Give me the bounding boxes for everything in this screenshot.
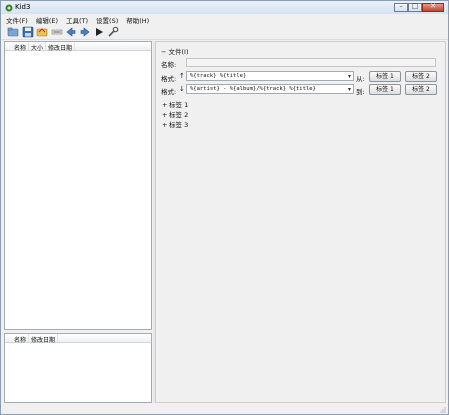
tag-editor-panel: − 文件(I) 名称: 格式: ↑ %{track} %{title} ▾ 从:… <box>155 41 446 403</box>
format-from-combo[interactable]: %{track} %{title} ▾ <box>186 71 354 81</box>
format-from-label: 格式: <box>161 75 177 83</box>
from-tag2-button[interactable]: 标签 2 <box>405 71 437 82</box>
expand-icon: + <box>162 121 168 129</box>
filename-field[interactable] <box>186 58 436 67</box>
to-tag1-button[interactable]: 标签 1 <box>369 84 401 95</box>
status-bar <box>1 404 448 414</box>
toolbar <box>1 24 448 40</box>
window-controls: – □ ✕ <box>394 2 444 12</box>
format-to-combo[interactable]: %{artist} - %{album}/%{track} %{title} ▾ <box>186 84 354 94</box>
column-modified[interactable]: 修改日期 <box>46 42 76 52</box>
to-tag2-button[interactable]: 标签 2 <box>405 84 437 95</box>
from-label: 从: <box>356 75 365 83</box>
open-folder-icon[interactable] <box>7 26 19 38</box>
title-bar[interactable]: Kid3 – □ ✕ <box>1 1 448 14</box>
menu-edit[interactable]: 编辑(E) <box>31 14 61 25</box>
file-section-header[interactable]: − 文件(I) <box>161 46 189 56</box>
menu-help[interactable]: 帮助(H) <box>121 14 152 25</box>
menu-tools[interactable]: 工具(T) <box>61 14 91 25</box>
maximize-button[interactable]: □ <box>408 2 422 12</box>
column-name[interactable]: 名称 <box>5 42 30 52</box>
chevron-down-icon: ▾ <box>347 86 351 93</box>
expand-icon: + <box>162 101 168 109</box>
column-modified[interactable]: 修改日期 <box>29 334 59 344</box>
expand-icon: + <box>162 111 168 119</box>
directory-list-header: 名称 修改日期 <box>5 334 151 344</box>
save-icon[interactable] <box>22 26 34 38</box>
to-label: 到: <box>356 88 365 96</box>
window-title: Kid3 <box>15 3 31 11</box>
tag3-label: 标签 3 <box>169 121 189 129</box>
menu-settings[interactable]: 设置(S) <box>91 14 121 25</box>
revert-icon[interactable] <box>36 26 48 38</box>
close-icon: ✕ <box>430 2 436 10</box>
tag1-label: 标签 1 <box>169 101 189 109</box>
kid3-app-icon <box>5 4 13 12</box>
app-window: Kid3 – □ ✕ 文件(F) 编辑(E) 工具(T) 设置(S) 帮助(H) <box>0 0 449 415</box>
minimize-button[interactable]: – <box>394 2 408 12</box>
chevron-down-icon: ▾ <box>347 73 351 80</box>
previous-icon[interactable] <box>65 26 77 38</box>
tag3-section-header[interactable]: + 标签 3 <box>162 119 188 129</box>
maximize-icon: □ <box>411 2 419 10</box>
tag2-label: 标签 2 <box>169 111 189 119</box>
arrow-up-icon: ↑ <box>179 72 185 80</box>
file-list-panel[interactable]: 名称 大小 修改日期 <box>4 41 152 330</box>
rename-icon[interactable] <box>51 26 63 38</box>
close-button[interactable]: ✕ <box>422 2 444 12</box>
format-to-label: 格式: <box>161 88 177 96</box>
play-icon[interactable] <box>93 26 105 38</box>
arrow-down-icon: ↓ <box>179 85 185 93</box>
name-label: 名称: <box>161 61 177 69</box>
column-name[interactable]: 名称 <box>5 334 30 344</box>
tag2-section-header[interactable]: + 标签 2 <box>162 109 188 119</box>
menu-file[interactable]: 文件(F) <box>1 14 31 25</box>
from-tag1-button[interactable]: 标签 1 <box>369 71 401 82</box>
file-list-header: 名称 大小 修改日期 <box>5 42 151 52</box>
next-icon[interactable] <box>79 26 91 38</box>
directory-list-panel[interactable]: 名称 修改日期 <box>4 333 152 403</box>
settings-icon[interactable] <box>107 26 119 38</box>
format-to-value: %{artist} - %{album}/%{track} %{title} <box>190 86 316 92</box>
tag1-section-header[interactable]: + 标签 1 <box>162 99 188 109</box>
column-size[interactable]: 大小 <box>29 42 47 52</box>
minimize-icon: – <box>399 2 403 10</box>
format-from-value: %{track} %{title} <box>190 73 247 79</box>
menu-bar: 文件(F) 编辑(E) 工具(T) 设置(S) 帮助(H) <box>1 14 448 25</box>
resize-grip-icon[interactable] <box>439 406 446 413</box>
